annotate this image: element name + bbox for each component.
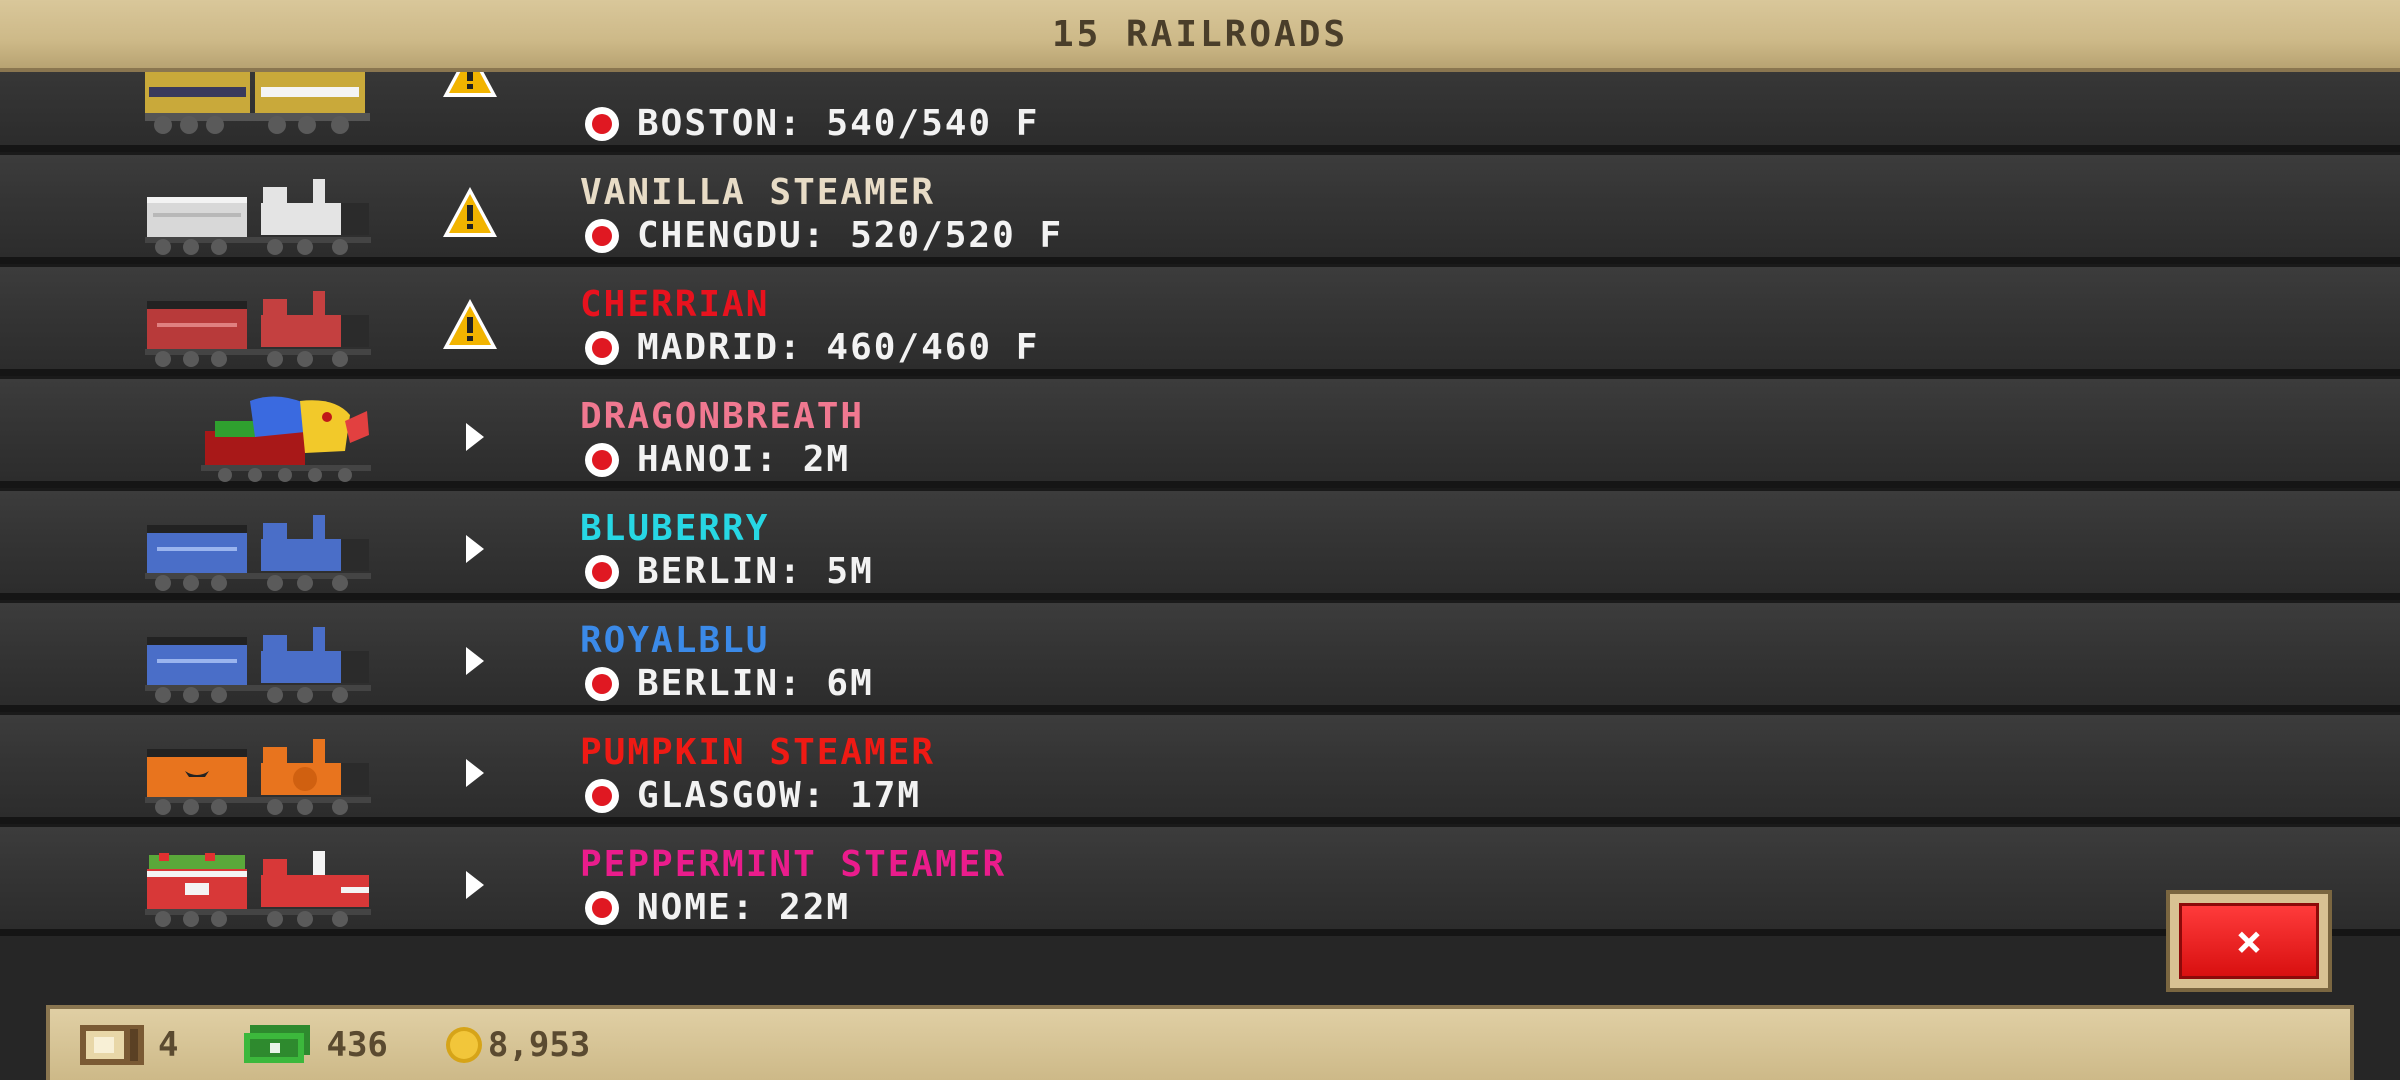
play-icon[interactable] — [440, 855, 500, 915]
railroad-name: BLUBERRY — [580, 508, 770, 549]
warning-icon[interactable] — [440, 183, 500, 243]
cash-stat: 436 — [242, 1023, 388, 1067]
railroad-row-5[interactable]: ROYALBLU BERLIN: 6M — [0, 600, 2400, 712]
destination-marker-icon — [585, 330, 619, 365]
destination-text: BERLIN: 6M — [637, 663, 874, 704]
page-title: 15 RAILROADS — [1051, 13, 1349, 55]
destination-text: NOME: 22M — [637, 887, 851, 928]
destination: HANOI: 2M — [585, 439, 850, 480]
cash-amount: 436 — [326, 1024, 388, 1065]
railroad-name: CHERRIAN — [580, 284, 770, 325]
close-button[interactable]: × — [2166, 890, 2332, 992]
destination-text: CHENGDU: 520/520 F — [637, 215, 1064, 256]
resource-bar: 4 436 8,953 — [46, 1005, 2354, 1080]
railroad-row-1[interactable]: VANILLA STEAMER CHENGDU: 520/520 F — [0, 152, 2400, 264]
destination-marker-icon — [585, 554, 619, 589]
destination-marker-icon — [585, 106, 619, 141]
crates-count: 4 — [158, 1024, 179, 1065]
close-icon: × — [2179, 903, 2319, 979]
destination-marker-icon — [585, 666, 619, 701]
railroad-name: DRAGONBREATH — [580, 396, 865, 437]
warning-icon[interactable] — [440, 295, 500, 355]
railroad-name: PEPPERMINT STEAMER — [580, 844, 1007, 885]
train-icon — [145, 627, 371, 703]
destination: MADRID: 460/460 F — [585, 327, 1039, 368]
crate-icon — [80, 1024, 144, 1065]
railroad-name: VANILLA STEAMER — [580, 172, 936, 213]
destination-text: HANOI: 2M — [637, 439, 851, 480]
play-icon[interactable] — [440, 631, 500, 691]
destination: GLASGOW: 17M — [585, 775, 921, 816]
train-icon — [145, 851, 371, 927]
destination-text: BOSTON: 540/540 F — [637, 103, 1040, 144]
destination: BOSTON: 540/540 F — [585, 103, 1039, 144]
destination: NOME: 22M — [585, 887, 850, 928]
coins-amount: 8,953 — [487, 1024, 591, 1065]
play-icon[interactable] — [440, 743, 500, 803]
train-icon — [145, 739, 371, 815]
destination-marker-icon — [585, 890, 619, 925]
train-icon — [145, 515, 371, 591]
train-icon — [145, 291, 371, 367]
play-icon[interactable] — [440, 407, 500, 467]
destination: CHENGDU: 520/520 F — [585, 215, 1063, 256]
train-icon — [145, 179, 371, 255]
coins-stat: 8,953 — [444, 1025, 590, 1065]
railroad-row-6[interactable]: PUMPKIN STEAMER GLASGOW: 17M — [0, 712, 2400, 824]
railroad-row-7[interactable]: PEPPERMINT STEAMER NOME: 22M — [0, 824, 2400, 936]
destination-marker-icon — [585, 442, 619, 477]
coin-icon — [445, 1026, 482, 1063]
crates-stat: 4 — [80, 1023, 178, 1067]
railroad-list[interactable]: BOSTON: 540/540 F VANILLA STEAMER CHENGD… — [0, 0, 2400, 1000]
destination: BERLIN: 6M — [585, 663, 874, 704]
railroad-row-3[interactable]: DRAGONBREATH HANOI: 2M — [0, 376, 2400, 488]
dragon-train-icon — [201, 396, 371, 482]
destination-text: BERLIN: 5M — [637, 551, 874, 592]
play-icon[interactable] — [440, 519, 500, 579]
destination-marker-icon — [585, 778, 619, 813]
destination: BERLIN: 5M — [585, 551, 874, 592]
destination-marker-icon — [585, 218, 619, 253]
destination-text: MADRID: 460/460 F — [637, 327, 1040, 368]
train-icon — [145, 65, 370, 134]
destination-text: GLASGOW: 17M — [637, 775, 922, 816]
railroad-row-4[interactable]: BLUBERRY BERLIN: 5M — [0, 488, 2400, 600]
railroad-row-2[interactable]: CHERRIAN MADRID: 460/460 F — [0, 264, 2400, 376]
cash-icon — [244, 1024, 311, 1063]
railroad-name: ROYALBLU — [580, 620, 770, 661]
railroad-name: PUMPKIN STEAMER — [580, 732, 936, 773]
title-bar: 15 RAILROADS — [0, 0, 2400, 72]
